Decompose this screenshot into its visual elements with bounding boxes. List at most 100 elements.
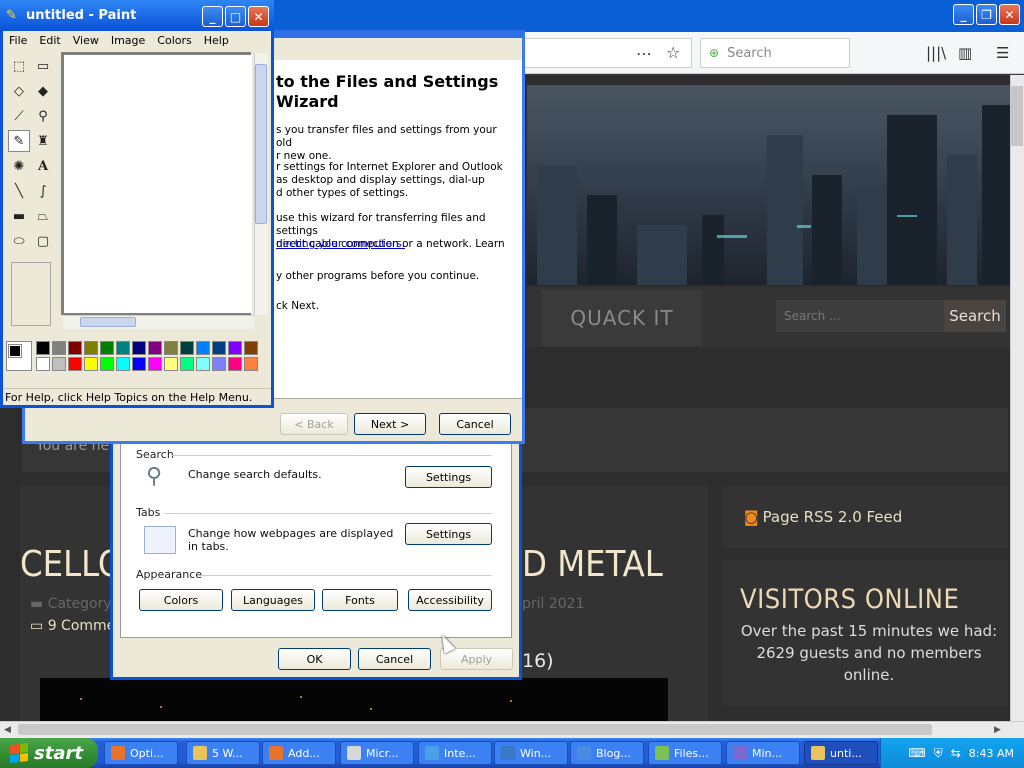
polygon-icon[interactable]: ⏢	[32, 205, 54, 227]
palette-swatch[interactable]	[212, 357, 226, 371]
line-icon[interactable]: ╲	[8, 180, 30, 202]
sidebar-icon[interactable]: ▥	[958, 44, 972, 62]
post-comments-link[interactable]: ▭ 9 Comme	[30, 618, 115, 634]
taskbar-button[interactable]: 5 W...	[186, 741, 260, 765]
ellipse-icon[interactable]: ⬭	[8, 230, 30, 252]
start-button[interactable]: start	[0, 738, 98, 768]
palette-swatch[interactable]	[84, 341, 98, 355]
menu-view[interactable]: View	[67, 34, 105, 47]
site-search-input[interactable]: Search ...	[776, 300, 944, 332]
palette-swatch[interactable]	[212, 341, 226, 355]
paint-vertical-scroll-thumb[interactable]	[255, 64, 267, 224]
minimize-button[interactable]: _	[953, 4, 974, 25]
scroll-right-icon[interactable]: ▶	[994, 725, 1001, 735]
paint-minimize-button[interactable]: _	[202, 6, 223, 27]
accessibility-button[interactable]: Accessibility	[408, 589, 492, 611]
rect-select-icon[interactable]: ▭	[32, 55, 54, 77]
close-button[interactable]: ✕	[999, 4, 1020, 25]
palette-swatch[interactable]	[244, 357, 258, 371]
magnifier-tool-icon[interactable]: ⚲	[32, 105, 54, 127]
network-icon[interactable]: ⇆	[951, 746, 961, 760]
palette-swatch[interactable]	[132, 341, 146, 355]
rounded-rect-icon[interactable]: ▢	[32, 230, 54, 252]
paint-maximize-button[interactable]: □	[225, 6, 246, 27]
palette-swatch[interactable]	[68, 357, 82, 371]
post-title[interactable]: CELLO	[20, 544, 123, 585]
clock[interactable]: 8:43 AM	[969, 747, 1014, 760]
taskbar-button[interactable]: Win...	[494, 741, 568, 765]
colors-button[interactable]: Colors	[139, 589, 223, 611]
hamburger-menu-icon[interactable]: ☰	[996, 44, 1009, 62]
palette-swatch[interactable]	[100, 357, 114, 371]
palette-swatch[interactable]	[52, 341, 66, 355]
palette-swatch[interactable]	[148, 357, 162, 371]
palette-swatch[interactable]	[164, 357, 178, 371]
languages-button[interactable]: Languages	[231, 589, 315, 611]
search-settings-button[interactable]: Settings	[405, 466, 492, 488]
taskbar-button[interactable]: Min...	[726, 741, 800, 765]
taskbar-button[interactable]: Files...	[648, 741, 722, 765]
wizard-connect-link[interactable]: necting your computers.	[276, 238, 516, 251]
palette-swatch[interactable]	[36, 341, 50, 355]
browser-search-box[interactable]: ⊕ Search	[700, 38, 850, 68]
curve-icon[interactable]: ∫	[32, 180, 54, 202]
eraser-icon[interactable]: ◇	[8, 80, 30, 102]
menu-edit[interactable]: Edit	[33, 34, 66, 47]
palette-swatch[interactable]	[180, 357, 194, 371]
pencil-icon[interactable]: ✎	[8, 130, 30, 152]
menu-help[interactable]: Help	[198, 34, 235, 47]
menu-image[interactable]: Image	[105, 34, 151, 47]
taskbar-button[interactable]: Add...	[262, 741, 336, 765]
page-actions-icon[interactable]: ⋯	[636, 44, 652, 63]
palette-swatch[interactable]	[196, 341, 210, 355]
palette-swatch[interactable]	[148, 341, 162, 355]
wizard-back-button[interactable]: < Back	[280, 413, 348, 435]
palette-swatch[interactable]	[116, 341, 130, 355]
apply-button[interactable]: Apply	[440, 648, 513, 670]
wizard-next-button[interactable]: Next >	[354, 413, 426, 435]
taskbar-button[interactable]: Opti...	[104, 741, 178, 765]
keyboard-icon[interactable]: ⌨	[908, 746, 925, 760]
cancel-button[interactable]: Cancel	[358, 648, 431, 670]
browser-vertical-scrollbar[interactable]	[1010, 75, 1024, 721]
brush-icon[interactable]: ♜	[32, 130, 54, 152]
paint-horizontal-scroll-thumb[interactable]	[80, 317, 136, 327]
taskbar-button[interactable]: Inte...	[418, 741, 492, 765]
maximize-button[interactable]: ❐	[976, 4, 997, 25]
security-shield-icon[interactable]: ⛨	[934, 746, 943, 761]
palette-swatch[interactable]	[36, 357, 50, 371]
ok-button[interactable]: OK	[278, 648, 351, 670]
free-select-icon[interactable]: ⬚	[8, 55, 30, 77]
browser-vertical-scroll-thumb[interactable]	[1011, 86, 1023, 146]
palette-swatch[interactable]	[196, 357, 210, 371]
browser-horizontal-scroll-thumb[interactable]	[18, 724, 932, 735]
airbrush-icon[interactable]: ✺	[8, 155, 30, 177]
paint-canvas[interactable]	[64, 55, 252, 313]
color-picker-icon[interactable]: ⟋	[8, 105, 30, 127]
palette-swatch[interactable]	[116, 357, 130, 371]
taskbar-button[interactable]: unti...	[804, 741, 878, 765]
palette-swatch[interactable]	[52, 357, 66, 371]
post-title-end[interactable]: D METAL	[522, 544, 663, 585]
scroll-left-icon[interactable]: ◀	[4, 725, 11, 735]
tabs-settings-button[interactable]: Settings	[405, 523, 492, 545]
palette-swatch[interactable]	[132, 357, 146, 371]
taskbar-button[interactable]: Blog...	[570, 741, 644, 765]
palette-swatch[interactable]	[228, 357, 242, 371]
palette-swatch[interactable]	[100, 341, 114, 355]
site-search-button[interactable]: Search	[944, 300, 1006, 332]
palette-swatch[interactable]	[244, 341, 258, 355]
menu-colors[interactable]: Colors	[151, 34, 197, 47]
text-tool-icon[interactable]: A	[32, 155, 54, 177]
palette-swatch[interactable]	[68, 341, 82, 355]
palette-swatch[interactable]	[228, 341, 242, 355]
nav-item-quack-it[interactable]: QUACK IT	[542, 290, 702, 346]
palette-swatch[interactable]	[84, 357, 98, 371]
fonts-button[interactable]: Fonts	[322, 589, 398, 611]
taskbar-button[interactable]: Micr...	[340, 741, 414, 765]
rectangle-icon[interactable]: ▬	[8, 205, 30, 227]
paint-close-button[interactable]: ✕	[248, 6, 269, 27]
fill-bucket-icon[interactable]: ◆	[32, 80, 54, 102]
rss-feed-link[interactable]: ◙ Page RSS 2.0 Feed	[744, 508, 902, 526]
library-icon[interactable]: |||\	[926, 44, 946, 62]
